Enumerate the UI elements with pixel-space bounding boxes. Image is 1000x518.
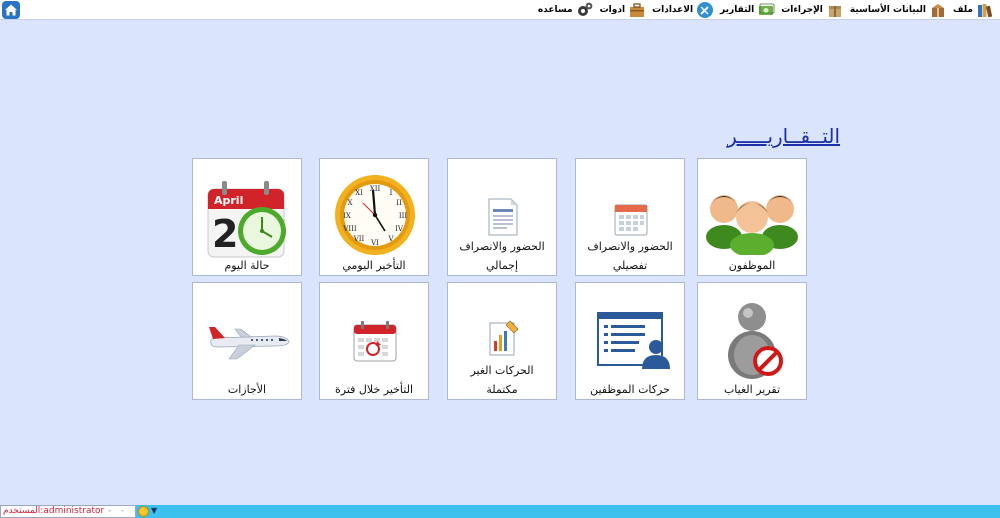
- svg-text:I: I: [390, 189, 393, 197]
- menu-basic-data[interactable]: البيانات الأساسية: [850, 0, 947, 20]
- menu-bar: ملف البيانات الأساسية الإجراءات التقارير…: [0, 0, 1000, 20]
- menu-reports-label: التقارير: [720, 5, 755, 15]
- menu-settings-label: الاعدادات: [652, 5, 694, 15]
- calendar-refresh-icon: [353, 321, 397, 362]
- tile-employee-movements-label: حركات الموظفين: [590, 383, 670, 396]
- chart-pencil-icon: [489, 320, 519, 356]
- page-title: التــقــاريـــــر: [727, 124, 840, 148]
- airplane-icon: [209, 327, 290, 360]
- home-icon: [5, 4, 17, 16]
- tile-absence-report-label: تقرير الغياب: [723, 383, 781, 396]
- svg-text:VI: VI: [370, 239, 379, 247]
- tile-employees-label: الموظفون: [728, 259, 776, 272]
- menu-basic-data-label: البيانات الأساسية: [849, 5, 927, 15]
- tile-daily-delay[interactable]: XII I II III IV V VI VII VIII IX X XI التأخير ال…: [319, 158, 429, 276]
- tile-attendance-detailed-line2: تفصيلي: [612, 259, 648, 272]
- employees-group-icon: [706, 195, 798, 255]
- menu-file-label: ملف: [953, 5, 973, 15]
- svg-text:IX: IX: [343, 212, 351, 220]
- tile-period-delay-label: التأخير خلال فترة: [334, 383, 414, 396]
- svg-text:XII: XII: [370, 185, 381, 193]
- user-dots: - - - - -: [107, 506, 135, 516]
- tile-day-status-label: حالة اليوم: [224, 259, 270, 272]
- tile-incomplete-movements-line1: الحركات الغير: [470, 364, 534, 377]
- svg-text:X: X: [348, 199, 353, 207]
- status-bar: المستخدم:administrator - - - - - ▼: [0, 505, 1000, 518]
- tile-absence-report[interactable]: تقرير الغياب: [697, 282, 807, 400]
- wall-clock-icon: XII III III IVV VI VII VIII IX XXI: [335, 175, 415, 255]
- user-blocked-icon: [728, 303, 783, 379]
- smiley-icon[interactable]: [138, 506, 149, 517]
- svg-text:V: V: [387, 235, 394, 243]
- tile-incomplete-movements-line2: مكتملة: [486, 383, 518, 396]
- tile-attendance-total[interactable]: الحضور والانصراف إجمالي: [447, 158, 557, 276]
- menu-tools[interactable]: ادوات: [600, 0, 646, 20]
- tools-icon: [697, 2, 714, 18]
- menu-reports[interactable]: التقارير: [720, 0, 775, 20]
- tile-daily-delay-label: التأخير اليومي: [342, 259, 406, 272]
- menu-help-label: مساعده: [537, 5, 573, 15]
- current-user-box: المستخدم:administrator - - - - -: [0, 505, 136, 518]
- menu-settings[interactable]: الاعدادات: [652, 0, 714, 20]
- tile-employees[interactable]: الموظفون: [697, 158, 807, 276]
- user-list-icon: [597, 312, 670, 369]
- box-icon: [828, 6, 841, 17]
- money-icon: [759, 3, 775, 15]
- document-list-icon: [488, 198, 518, 236]
- tile-vacations-label: الأجازات: [227, 383, 267, 396]
- tile-employee-movements[interactable]: حركات الموظفين: [575, 282, 685, 400]
- svg-text:III: III: [399, 212, 408, 220]
- dropdown-arrow-icon[interactable]: ▼: [151, 506, 157, 515]
- calendar-month: April: [214, 194, 243, 207]
- menu-procedures[interactable]: الإجراءات: [781, 0, 844, 20]
- tile-vacations[interactable]: الأجازات: [192, 282, 302, 400]
- svg-text:II: II: [396, 199, 402, 207]
- books-icon: [978, 4, 993, 18]
- svg-text:IV: IV: [395, 225, 404, 233]
- menu-help[interactable]: مساعده: [538, 0, 594, 20]
- user-name: administrator: [43, 506, 105, 516]
- april-calendar-clock-icon: April 2: [207, 181, 286, 258]
- svg-text:VIII: VIII: [342, 225, 357, 233]
- main-menu: ملف البيانات الأساسية الإجراءات التقارير…: [532, 0, 994, 20]
- gears-icon: [577, 2, 593, 16]
- menu-tools-label: ادوات: [599, 5, 626, 15]
- calendar-icon: [614, 204, 648, 236]
- tile-period-delay[interactable]: التأخير خلال فترة: [319, 282, 429, 400]
- menu-procedures-label: الإجراءات: [781, 5, 823, 15]
- tile-attendance-detailed[interactable]: الحضور والانصراف تفصيلي: [575, 158, 685, 276]
- toolbox-icon: [630, 3, 645, 17]
- tile-attendance-detailed-line1: الحضور والانصراف: [587, 240, 673, 253]
- user-label: المستخدم:: [3, 506, 44, 516]
- tile-incomplete-movements[interactable]: الحركات الغير مكتملة: [447, 282, 557, 400]
- svg-text:VII: VII: [353, 235, 365, 243]
- menu-file[interactable]: ملف: [953, 0, 994, 20]
- tile-attendance-total-line2: إجمالي: [485, 259, 519, 272]
- home-button[interactable]: [2, 1, 20, 19]
- calendar-day: 2: [212, 212, 238, 256]
- tile-attendance-total-line1: الحضور والانصراف: [459, 240, 545, 253]
- boxes-icon: [932, 4, 945, 17]
- tile-day-status[interactable]: April 2 حالة اليوم: [192, 158, 302, 276]
- svg-text:XI: XI: [355, 189, 363, 197]
